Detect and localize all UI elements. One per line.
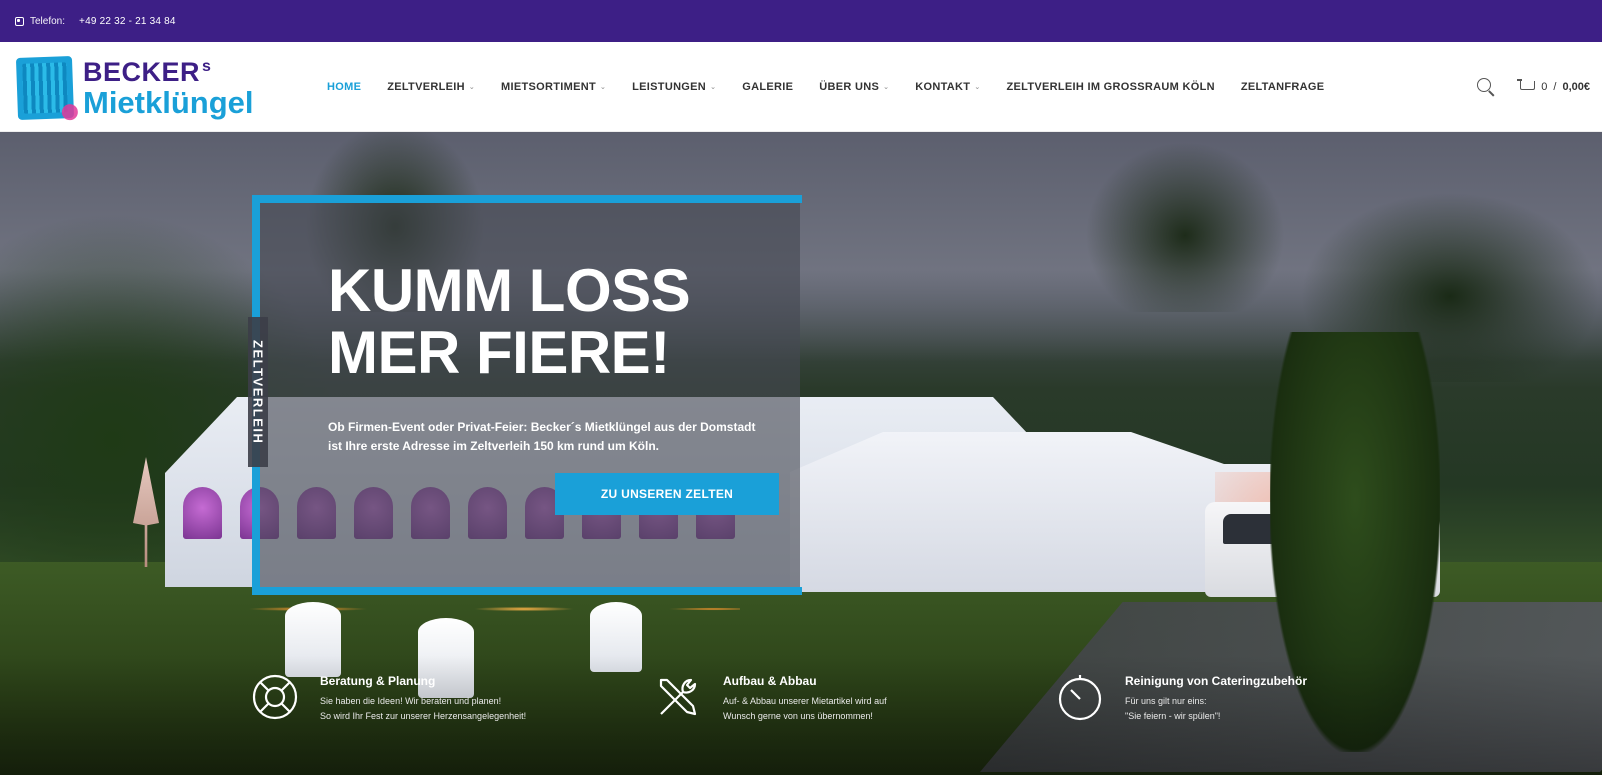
zelte-cta-button[interactable]: ZU UNSEREN ZELTEN xyxy=(555,473,779,515)
chevron-down-icon: ⌄ xyxy=(710,84,717,91)
feature-beratung: Beratung & Planung Sie haben die Ideen! … xyxy=(250,672,526,724)
cart-icon xyxy=(1517,79,1536,95)
hero-subtitle: Ob Firmen-Event oder Privat-Feier: Becke… xyxy=(328,420,756,453)
nav-item-zeltanfrage[interactable]: ZELTANFRAGE xyxy=(1241,81,1325,93)
nav-item-kontakt[interactable]: KONTAKT ⌄ xyxy=(915,81,980,93)
logo-graphic xyxy=(15,56,75,120)
site-header: BECKER s Mietklüngel HOME ZELTVERLEIH ⌄ MI… xyxy=(0,42,1602,132)
lifebuoy-icon xyxy=(252,674,298,720)
header-actions: 0 / 0,00€ xyxy=(1477,42,1590,132)
feature-aufbau: Aufbau & Abbau Auf- & Abbau unserer Miet… xyxy=(653,672,887,724)
tools-icon xyxy=(659,678,697,716)
cart-count: 0 xyxy=(1541,81,1548,93)
logo-line1: BECKER s xyxy=(83,56,212,87)
phone-number-link[interactable]: +49 22 32 - 21 34 84 xyxy=(79,16,176,27)
feature-title: Reinigung von Cateringzubehör xyxy=(1125,674,1307,688)
logo-text: BECKER s Mietklüngel xyxy=(83,56,254,120)
phone-label: Telefon: xyxy=(30,15,66,27)
hero-section: ZELTVERLEIH KUMM LOSS MER FIERE! Ob Firm… xyxy=(0,132,1602,775)
hero-tree xyxy=(1085,142,1285,312)
phone-icon xyxy=(15,16,24,26)
hero-lights xyxy=(200,594,740,624)
nav-item-zeltverleih[interactable]: ZELTVERLEIH ⌄ xyxy=(387,81,475,93)
cart-total: 0,00€ xyxy=(1562,81,1590,93)
nav-item-galerie[interactable]: GALERIE xyxy=(742,81,793,93)
chevron-down-icon: ⌄ xyxy=(599,84,607,91)
hero-frame xyxy=(252,195,802,595)
search-icon[interactable] xyxy=(1477,78,1495,96)
cart-separator: / xyxy=(1553,81,1557,93)
nav-item-mietsortiment[interactable]: MIETSORTIMENT ⌄ xyxy=(501,81,606,93)
feature-text-line: "Sie feiern - wir spülen"! xyxy=(1125,711,1221,721)
feature-title: Aufbau & Abbau xyxy=(723,674,817,688)
chevron-down-icon: ⌄ xyxy=(974,84,981,91)
feature-text-line: Auf- & Abbau unserer Mietartikel wird au… xyxy=(723,696,887,706)
chevron-down-icon: ⌄ xyxy=(883,84,890,91)
hero-vertical-label: ZELTVERLEIH xyxy=(248,317,268,467)
timer-icon xyxy=(1058,675,1102,721)
feature-text-line: Für uns gilt nur eins: xyxy=(1125,696,1207,706)
feature-text-line: So wird Ihr Fest zur unserer Herzensange… xyxy=(320,711,527,721)
cart-button[interactable]: 0 / 0,00€ xyxy=(1517,79,1590,95)
hero-headline: KUMM LOSS MER FIERE! xyxy=(328,257,691,386)
main-navigation: HOME ZELTVERLEIH ⌄ MIETSORTIMENT ⌄ LEISTUN… xyxy=(327,42,1350,132)
nav-item-leistungen[interactable]: LEISTUNGEN ⌄ xyxy=(632,81,716,93)
hero-frame-bottom xyxy=(252,587,802,595)
site-logo[interactable]: BECKER s Mietklüngel xyxy=(15,52,267,124)
nav-item-home[interactable]: HOME xyxy=(327,81,361,93)
chevron-down-icon: ⌄ xyxy=(468,84,476,91)
feature-title: Beratung & Planung xyxy=(320,674,436,688)
feature-text-line: Wunsch gerne von uns übernommen! xyxy=(723,711,873,721)
feature-reinigung: Reinigung von Cateringzubehör Für uns gi… xyxy=(1055,672,1307,724)
nav-item-ueber-uns[interactable]: ÜBER UNS ⌄ xyxy=(819,81,889,93)
nav-item-zeltverleih-koeln[interactable]: ZELTVERLEIH IM GROSSRAUM KÖLN xyxy=(1007,81,1215,93)
feature-text-line: Sie haben die Ideen! Wir beraten und pla… xyxy=(320,696,502,706)
top-bar: Telefon: +49 22 32 - 21 34 84 xyxy=(0,0,1602,42)
logo-line2: Mietklüngel xyxy=(83,84,254,120)
